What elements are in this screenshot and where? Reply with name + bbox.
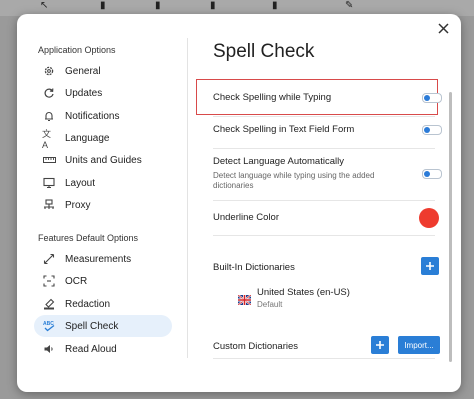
sidebar-item-label: OCR	[65, 275, 88, 287]
sidebar-item-ocr[interactable]: OCR	[34, 270, 172, 292]
background-tool-icon: ▮	[100, 0, 106, 11]
sidebar-item-label: Updates	[65, 87, 103, 99]
sidebar-item-language[interactable]: 文A Language	[34, 127, 172, 150]
divider	[213, 148, 435, 149]
add-custom-dictionary-button[interactable]	[371, 336, 389, 354]
sidebar-item-label: Layout	[65, 177, 96, 189]
measure-icon	[42, 252, 56, 266]
dictionary-name: United States (en-US)	[257, 287, 350, 298]
setting-label: Detect Language Automatically	[213, 156, 344, 167]
sidebar-item-measurements[interactable]: Measurements	[34, 248, 172, 270]
setting-underline-color: Underline Color	[213, 212, 425, 223]
setting-description: Detect language while typing using the a…	[213, 171, 375, 190]
sidebar-item-label: Redaction	[65, 298, 111, 310]
section-title-features-default-options: Features Default Options	[38, 233, 139, 243]
section-title-application-options: Application Options	[38, 45, 116, 55]
sidebar-item-label: Read Aloud	[65, 343, 117, 355]
sidebar-item-units-and-guides[interactable]: Units and Guides	[34, 149, 172, 171]
sidebar-item-notifications[interactable]: Notifications	[34, 105, 172, 127]
setting-detect-language: Detect Language Automatically Detect lan…	[213, 156, 425, 191]
scrollbar[interactable]	[449, 92, 452, 362]
import-button[interactable]: Import...	[398, 336, 440, 354]
background-tool-icon: ▮	[155, 0, 161, 11]
speaker-icon	[42, 342, 56, 356]
plus-icon	[426, 262, 434, 270]
sidebar-item-general[interactable]: General	[34, 60, 172, 82]
refresh-icon	[42, 86, 56, 100]
plus-icon	[376, 341, 384, 349]
dictionary-default-label: Default	[257, 300, 283, 309]
sidebar-item-spell-check[interactable]: ABC Spell Check	[34, 315, 172, 337]
sidebar-item-label: Measurements	[65, 253, 132, 265]
setting-label: Check Spelling while Typing	[213, 92, 332, 103]
add-builtin-dictionary-button[interactable]	[421, 257, 439, 275]
monitor-icon	[42, 176, 56, 190]
detect-language-toggle[interactable]	[422, 169, 442, 179]
sidebar-item-redaction[interactable]: Redaction	[34, 293, 172, 315]
sidebar-item-proxy[interactable]: Proxy	[34, 194, 172, 216]
sidebar-item-layout[interactable]: Layout	[34, 172, 172, 194]
gear-icon	[42, 64, 56, 78]
check-text-fields-toggle[interactable]	[422, 125, 442, 135]
ocr-icon	[42, 274, 56, 288]
sidebar-item-label: Units and Guides	[65, 154, 142, 166]
sidebar-item-label: Proxy	[65, 199, 91, 211]
ruler-icon	[42, 153, 56, 167]
background-cursor-icon: ↖	[40, 0, 49, 11]
translate-icon: 文A	[42, 128, 52, 150]
preferences-dialog: Application Options General Updates Noti…	[17, 14, 461, 392]
sidebar-item-read-aloud[interactable]: Read Aloud	[34, 338, 172, 360]
sidebar-item-label: General	[65, 65, 101, 77]
toggle-knob	[424, 95, 430, 101]
toggle-knob	[424, 171, 430, 177]
sidebar-item-updates[interactable]: Updates	[34, 82, 172, 104]
dictionary-item[interactable]: United States (en-US) Default	[257, 287, 417, 309]
section-title: Built-In Dictionaries	[213, 262, 295, 273]
spellcheck-icon: ABC	[42, 319, 56, 333]
sidebar-item-label: Spell Check	[65, 320, 119, 332]
check-while-typing-toggle[interactable]	[422, 93, 442, 103]
setting-check-while-typing: Check Spelling while Typing	[213, 92, 425, 103]
redaction-icon	[42, 297, 56, 311]
uk-flag-icon	[237, 292, 252, 306]
divider	[213, 116, 435, 117]
sidebar: Application Options General Updates Noti…	[17, 14, 187, 392]
custom-dictionaries-header: Custom Dictionaries	[213, 341, 425, 352]
bell-icon	[42, 109, 56, 123]
underline-color-swatch[interactable]	[419, 208, 439, 228]
toggle-knob	[424, 127, 430, 133]
divider	[213, 200, 435, 201]
background-tool-icon: ▮	[210, 0, 216, 11]
setting-check-text-fields: Check Spelling in Text Field Form	[213, 124, 425, 135]
sidebar-item-label: Notifications	[65, 110, 120, 122]
background-edit-icon: ✎	[345, 0, 354, 11]
divider	[213, 235, 435, 236]
background-tool-icon: ▮	[272, 0, 278, 11]
page-title: Spell Check	[213, 41, 315, 62]
network-icon	[42, 198, 56, 212]
setting-label: Check Spelling in Text Field Form	[213, 124, 355, 135]
divider	[213, 358, 435, 359]
setting-label: Underline Color	[213, 212, 280, 223]
sidebar-item-label: Language	[65, 132, 110, 144]
section-title: Custom Dictionaries	[213, 341, 298, 352]
builtin-dictionaries-header: Built-In Dictionaries	[213, 262, 425, 273]
spell-check-panel: Spell Check Check Spelling while Typing …	[188, 14, 461, 392]
